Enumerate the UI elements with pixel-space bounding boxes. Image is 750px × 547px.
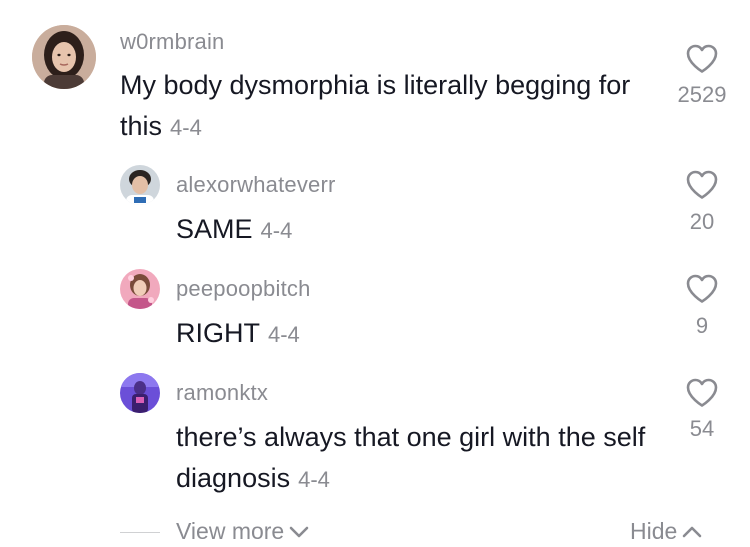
main-comment-date: 4-4 <box>170 115 202 140</box>
reply-body: SAME <box>176 214 253 244</box>
user-avatar-photo-icon <box>120 269 160 309</box>
reply-like-count: 9 <box>695 313 709 338</box>
reply-like-count: 54 <box>689 416 715 441</box>
main-comment-username[interactable]: w0rmbrain <box>120 29 225 55</box>
user-avatar-photo-icon <box>120 373 160 413</box>
chevron-down-icon <box>289 526 309 537</box>
main-comment-text: My body dysmorphia is literally begging … <box>120 65 660 148</box>
reply-like-button[interactable] <box>682 268 722 308</box>
reply-username[interactable]: peepoopbitch <box>176 276 311 302</box>
replies-divider <box>120 532 160 533</box>
view-more-button[interactable]: View more <box>176 518 310 545</box>
heart-outline-icon <box>686 378 718 407</box>
reply-date: 4-4 <box>298 467 330 492</box>
reply-like-button[interactable] <box>682 164 722 204</box>
view-more-label: View more <box>176 518 285 544</box>
user-avatar-photo-icon <box>32 25 96 89</box>
reply-date: 4-4 <box>260 218 293 243</box>
heart-outline-icon <box>686 274 718 303</box>
reply-body: RIGHT <box>176 318 260 348</box>
avatar-alexorwhateverr[interactable] <box>120 165 160 205</box>
reply-text: RIGHT 4-4 <box>176 313 646 355</box>
hide-label: Hide <box>630 518 678 544</box>
user-avatar-photo-icon <box>120 165 160 205</box>
comment-thread: w0rmbrain My body dysmorphia is literall… <box>0 0 750 547</box>
heart-outline-icon <box>686 44 718 73</box>
reply-username[interactable]: alexorwhateverr <box>176 172 336 198</box>
reply-text: there’s always that one girl with the se… <box>176 417 656 500</box>
reply-date: 4-4 <box>268 322 300 347</box>
main-comment-like-count: 2529 <box>677 82 727 107</box>
chevron-up-icon <box>683 526 702 537</box>
avatar-w0rmbrain[interactable] <box>32 25 96 89</box>
reply-like-button[interactable] <box>682 372 722 412</box>
reply-text: SAME 4-4 <box>176 209 646 251</box>
avatar-ramonktx[interactable] <box>120 373 160 413</box>
main-comment-like-button[interactable] <box>682 38 722 78</box>
reply-body: there’s always that one girl with the se… <box>176 422 646 493</box>
hide-replies-button[interactable]: Hide <box>630 518 703 545</box>
reply-username[interactable]: ramonktx <box>176 380 268 406</box>
heart-outline-icon <box>686 170 718 199</box>
avatar-peepoopbitch[interactable] <box>120 269 160 309</box>
reply-like-count: 20 <box>689 209 715 234</box>
